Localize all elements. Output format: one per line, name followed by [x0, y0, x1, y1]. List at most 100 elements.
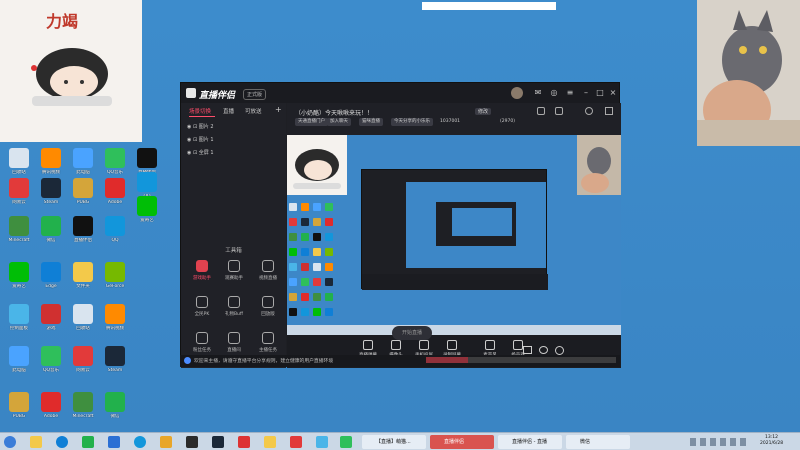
version-badge[interactable]: 正式版	[243, 89, 267, 100]
preview-area: （小奶酪）今天啾啾来玩！！ 修改 天通直播门户 加入聊天 猫咪直播 今天分享的小乐乐 1…	[287, 103, 621, 368]
control-icon	[513, 340, 523, 350]
source-item[interactable]: ◉ ⊡ 图片 1	[187, 136, 214, 146]
play-icon[interactable]	[340, 436, 352, 448]
tab-scenes[interactable]: 场景切换	[189, 107, 211, 115]
desktop-icon[interactable]: Adobe	[100, 178, 130, 205]
wechat-icon[interactable]	[82, 436, 94, 448]
tool-item[interactable]: 回放版	[253, 296, 283, 317]
room-chip[interactable]: 猫咪直播	[359, 118, 383, 126]
settings-icon[interactable]	[585, 107, 593, 115]
desktop-icon[interactable]: 微信	[100, 392, 130, 419]
taskbar-task[interactable]: 直播伴侣 - 直播	[498, 435, 562, 449]
webcam-overlay-right	[697, 0, 800, 146]
clock[interactable]: 13:12 2021/6/28	[760, 435, 783, 447]
taskbar-task[interactable]: 直播伴侣	[430, 435, 494, 449]
eye-icon[interactable]	[539, 346, 548, 354]
menu-icon[interactable]: ≡	[565, 88, 575, 98]
desktop-icon[interactable]: PUBG	[4, 392, 34, 419]
tab-live[interactable]: 直播	[223, 107, 234, 115]
desktop-icon[interactable]: QQ	[100, 216, 130, 243]
close-icon[interactable]: ×	[608, 88, 618, 98]
steam-icon[interactable]	[212, 436, 224, 448]
room-chip[interactable]: 今天分享的小乐乐	[391, 118, 433, 126]
mini-desktop-icon	[325, 263, 333, 271]
desktop-icon[interactable]: Adobe	[36, 392, 66, 419]
minimize-icon[interactable]: –	[581, 88, 591, 98]
desktop-icon[interactable]: 爱奇艺	[4, 262, 34, 289]
desktop-icon[interactable]: QQ音乐	[100, 148, 130, 175]
desktop-icon[interactable]: 网易云	[4, 178, 34, 205]
desktop-icon[interactable]: Steam	[36, 178, 66, 205]
taskbar-task[interactable]: 微信	[566, 435, 630, 449]
desktop-icon[interactable]: 微信	[36, 216, 66, 243]
desktop-icon[interactable]: Minecraft	[4, 216, 34, 243]
start-icon[interactable]	[4, 436, 16, 448]
tool-item[interactable]: 主播任务	[253, 332, 283, 353]
room-chip[interactable]: 天通直播门户	[295, 118, 328, 126]
desktop-icon[interactable]: 直播伴侣	[132, 148, 162, 175]
desktop-icon[interactable]: 腾讯视频	[36, 148, 66, 175]
desktop-icon[interactable]: 网易云	[68, 346, 98, 373]
edit-icon[interactable]	[537, 107, 545, 115]
desktop-icon[interactable]: 腾讯视频	[100, 304, 130, 331]
tab-broadcast[interactable]: 可放送	[245, 107, 262, 115]
camera-icon[interactable]	[523, 346, 532, 354]
visibility-icon[interactable]: ◉ ⊡	[187, 124, 199, 130]
desktop-icon[interactable]: Steam	[100, 346, 130, 373]
maximize-icon[interactable]: □	[595, 88, 605, 98]
source-item[interactable]: ◉ ⊡ 全屏 1	[187, 149, 214, 159]
desktop-icon[interactable]: QQ	[132, 172, 162, 199]
tool-item[interactable]: 直播间	[219, 332, 249, 353]
desktop-icon[interactable]: 爱奇艺	[132, 196, 162, 223]
gear-icon[interactable]	[555, 346, 564, 355]
desktop-icon[interactable]: 此电脑	[4, 346, 34, 373]
desktop-icon[interactable]: Edge	[36, 262, 66, 289]
qq-icon[interactable]	[134, 436, 146, 448]
gift-icon[interactable]: ✉	[533, 88, 543, 98]
game-icon[interactable]	[160, 436, 172, 448]
avatar[interactable]	[511, 87, 523, 99]
add-scene-button[interactable]: +	[275, 105, 282, 114]
explorer-icon[interactable]	[30, 436, 42, 448]
app-icon	[9, 392, 29, 412]
bell-icon[interactable]: ◎	[549, 88, 559, 98]
share-icon[interactable]	[555, 107, 563, 115]
desktop-icon[interactable]: 控制面板	[4, 304, 34, 331]
tray-app-icon[interactable]	[238, 436, 250, 448]
tool-item[interactable]: 粉丝任务	[187, 332, 217, 353]
music-icon[interactable]	[290, 436, 302, 448]
room-chip[interactable]: 加入聊天	[327, 118, 351, 126]
desktop-icon[interactable]: 直播伴侣	[68, 216, 98, 243]
folder-icon[interactable]	[264, 436, 276, 448]
desktop-icon[interactable]: GeForce	[100, 262, 130, 289]
tool-item[interactable]: 全民PK	[187, 296, 217, 317]
shield-icon[interactable]	[108, 436, 120, 448]
app-icon	[9, 304, 29, 324]
start-live-button[interactable]: 开始直播	[392, 326, 432, 340]
tool-item[interactable]: 礼物Buff	[219, 296, 249, 317]
desktop-icon[interactable]: 文件夹	[68, 262, 98, 289]
taskbar-task[interactable]: 【直播】萌猫...	[362, 435, 426, 449]
media-icon[interactable]	[316, 436, 328, 448]
mini-desktop-icon	[289, 203, 297, 211]
mini-desktop-icon	[289, 248, 297, 256]
app-name: 直播伴侣	[199, 91, 236, 101]
desktop-icon[interactable]: 此电脑	[68, 148, 98, 175]
link-icon[interactable]	[605, 107, 613, 115]
visibility-icon[interactable]: ◉ ⊡	[187, 137, 199, 143]
desktop-icon[interactable]: 游戏	[36, 304, 66, 331]
tool-item[interactable]: 观赛助手	[219, 260, 249, 281]
tool-item[interactable]: 视频直播	[253, 260, 283, 281]
tool-item[interactable]: 游戏助手	[187, 260, 217, 281]
mini-desktop-icon	[313, 218, 321, 226]
desktop-icon[interactable]: 回收站	[4, 148, 34, 175]
room-edit-tag[interactable]: 修改	[475, 108, 492, 115]
visibility-icon[interactable]: ◉ ⊡	[187, 150, 199, 156]
desktop-icon[interactable]: 回收站	[68, 304, 98, 331]
edge-icon[interactable]	[56, 436, 68, 448]
desktop-icon[interactable]: PUBG	[68, 178, 98, 205]
source-item[interactable]: ◉ ⊡ 图片 2	[187, 123, 214, 133]
desktop-icon[interactable]: Minecraft	[68, 392, 98, 419]
g-app-icon[interactable]	[186, 436, 198, 448]
desktop-icon[interactable]: QQ音乐	[36, 346, 66, 373]
